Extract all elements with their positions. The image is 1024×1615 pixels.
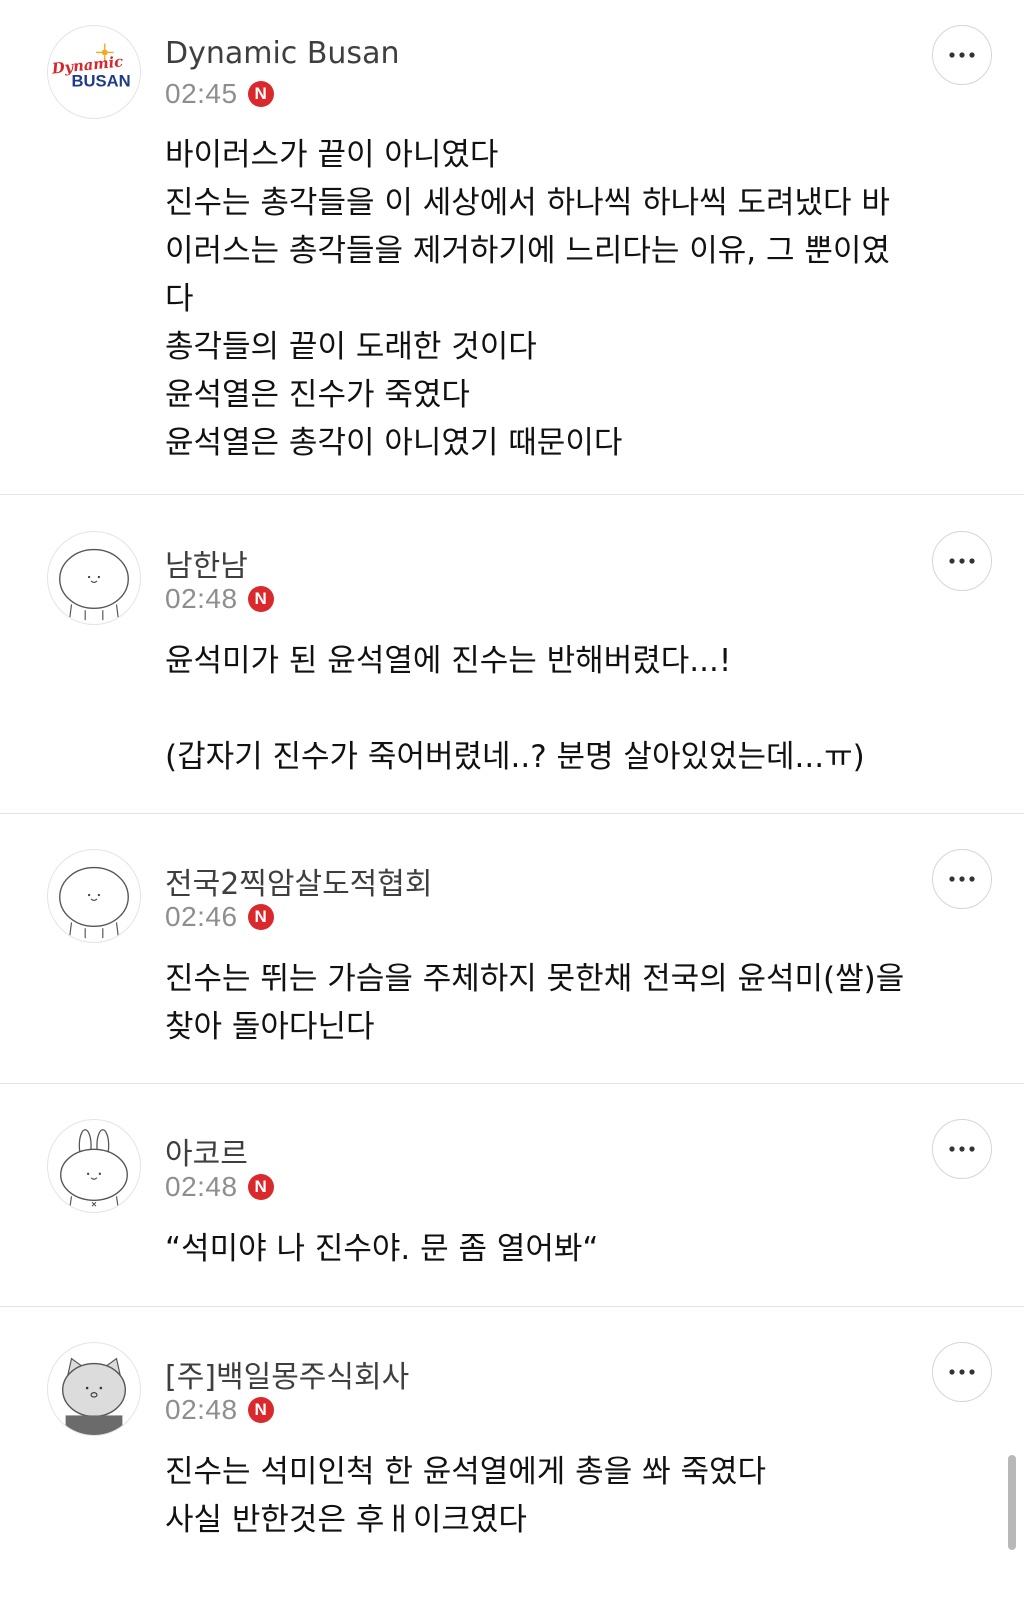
comment-text: “석미야 나 진수야. 문 좀 열어봐“ — [165, 1225, 975, 1273]
rabbit-avatar — [60, 1129, 128, 1211]
comment-text: 윤석미가 된 윤석열에 진수는 반해버렸다...! (갑자기 진수가 죽어버렸네… — [165, 637, 975, 781]
more-options-button[interactable] — [932, 849, 992, 909]
comment-item: [주]백일몽주식회사 02:48 N 진수는 석미인척 한 윤석열에게 총을 쏴… — [0, 1307, 1024, 1615]
scrollbar[interactable] — [1008, 1455, 1016, 1550]
comment-text: 바이러스가 끝이 아니였다 진수는 총각들을 이 세상에서 하나씩 하나씩 도려… — [165, 131, 975, 467]
avatar[interactable] — [47, 531, 141, 625]
comment-text-line: 윤석미가 된 윤석열에 진수는 반해버렸다...! — [165, 643, 732, 679]
comment-meta: 02:46 N — [165, 901, 274, 933]
comment-text: 진수는 석미인척 한 윤석열에게 총을 쏴 죽였다 사실 반한것은 후ㅐ이크였다 — [165, 1448, 975, 1544]
comment-meta: 02:48 N — [165, 1394, 274, 1426]
n-badge-icon: N — [247, 1174, 274, 1200]
comment-text-line: 찾아 돌아다닌다 — [165, 1009, 375, 1045]
more-horizontal-icon — [949, 876, 975, 882]
comment-text-line: 총각들의 끝이 도래한 것이다 — [165, 329, 537, 365]
n-badge-icon: N — [247, 1397, 274, 1423]
more-horizontal-icon — [949, 52, 975, 58]
comment-text: 진수는 뛰는 가슴을 주체하지 못한채 전국의 윤석미(쌀)을 찾아 돌아다닌다 — [165, 955, 975, 1051]
comment-text-line: 이러스는 총각들을 제거하기에 느리다는 이유, 그 뿐이였 — [165, 233, 890, 269]
comment-text-line: 바이러스가 끝이 아니였다 — [165, 137, 499, 173]
cat-avatar — [61, 1357, 127, 1435]
username[interactable]: [주]백일몽주식회사 — [165, 1352, 409, 1396]
avatar[interactable] — [47, 1119, 141, 1213]
avatar-logo-text-bottom: BUSAN — [71, 72, 130, 91]
timestamp: 02:48 — [165, 583, 238, 614]
more-horizontal-icon — [949, 1369, 975, 1375]
avatar[interactable] — [47, 849, 141, 943]
comment-text-line: 진수는 뛰는 가슴을 주체하지 못한채 전국의 윤석미(쌀)을 — [165, 961, 905, 997]
avatar[interactable]: Dynamic BUSAN — [47, 25, 141, 119]
n-badge-icon: N — [247, 904, 274, 930]
comment-item: 아코르 02:48 N “석미야 나 진수야. 문 좀 열어봐“ — [0, 1084, 1024, 1307]
comment-text-line — [165, 685, 975, 733]
comment-text-line: 윤석열은 총각이 아니였기 때문이다 — [165, 425, 623, 461]
comment-item: Dynamic BUSAN Dynamic Busan 02:45 N 바이러스… — [0, 0, 1024, 495]
more-options-button[interactable] — [932, 25, 992, 85]
comment-text-line: (갑자기 진수가 죽어버렸네..? 분명 살아있었는데...ㅠ) — [165, 739, 865, 775]
comment-item: 남한남 02:48 N 윤석미가 된 윤석열에 진수는 반해버렸다...! (갑… — [0, 495, 1024, 814]
comment-meta: 02:48 N — [165, 1171, 274, 1203]
timestamp: 02:48 — [165, 1394, 238, 1425]
comment-text-line: 윤석열은 진수가 죽였다 — [165, 377, 470, 413]
username[interactable]: 남한남 — [165, 541, 248, 585]
comment-text-line: “석미야 나 진수야. 문 좀 열어봐“ — [165, 1231, 599, 1267]
comment-text-line: 진수는 총각들을 이 세상에서 하나씩 하나씩 도려냈다 바 — [165, 185, 890, 221]
timestamp: 02:48 — [165, 1171, 238, 1202]
comment-text-line: 다 — [165, 281, 194, 317]
comment-meta: 02:48 N — [165, 583, 274, 615]
n-badge-icon: N — [247, 81, 274, 107]
timestamp: 02:46 — [165, 901, 238, 932]
username[interactable]: Dynamic Busan — [165, 36, 399, 71]
n-badge-icon: N — [247, 586, 274, 612]
username[interactable]: 아코르 — [165, 1129, 248, 1173]
more-horizontal-icon — [949, 1146, 975, 1152]
more-horizontal-icon — [949, 558, 975, 564]
dynamic-busan-logo: Dynamic BUSAN — [50, 43, 131, 91]
comment-item: 전국2찍암살도적협회 02:46 N 진수는 뛰는 가슴을 주체하지 못한채 전… — [0, 814, 1024, 1084]
username[interactable]: 전국2찍암살도적협회 — [165, 859, 433, 903]
default-face-avatar — [59, 548, 129, 621]
default-face-avatar — [59, 866, 129, 939]
more-options-button[interactable] — [932, 531, 992, 591]
comment-text-line: 진수는 석미인척 한 윤석열에게 총을 쏴 죽였다 — [165, 1454, 767, 1490]
comment-text-line: 사실 반한것은 후ㅐ이크였다 — [165, 1502, 527, 1538]
avatar[interactable] — [47, 1342, 141, 1436]
more-options-button[interactable] — [932, 1119, 992, 1179]
comment-meta: 02:45 N — [165, 78, 274, 110]
more-options-button[interactable] — [932, 1342, 992, 1402]
timestamp: 02:45 — [165, 78, 238, 109]
